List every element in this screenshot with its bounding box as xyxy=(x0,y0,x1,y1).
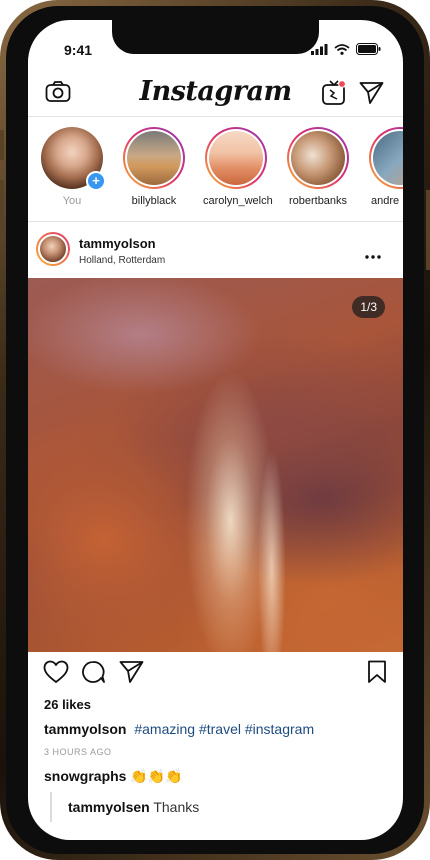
battery-icon xyxy=(356,43,381,55)
share-icon[interactable] xyxy=(119,660,144,689)
carousel-indicator: 1/3 xyxy=(352,296,385,318)
side-button xyxy=(426,190,430,270)
avatar xyxy=(291,131,345,185)
add-story-icon[interactable]: + xyxy=(86,171,106,191)
like-icon[interactable] xyxy=(43,660,69,689)
igtv-icon[interactable] xyxy=(321,78,347,111)
story-label: You xyxy=(62,195,82,207)
caption-username[interactable]: tammyolson xyxy=(44,721,126,737)
side-button xyxy=(0,130,4,160)
story-ring xyxy=(287,127,349,189)
post-avatar[interactable] xyxy=(36,232,70,266)
comment-text: 👏👏👏 xyxy=(130,768,183,784)
reply-username[interactable]: tammyolsen xyxy=(68,799,150,815)
post-header: tammyolson Holland, Rotterdam xyxy=(28,222,403,278)
avatar xyxy=(373,131,403,185)
post-location[interactable]: Holland, Rotterdam xyxy=(79,255,165,266)
signal-icon xyxy=(311,43,328,55)
story-item-andre[interactable]: andre xyxy=(367,127,403,207)
app-header: Instagram xyxy=(28,72,403,117)
status-icons xyxy=(311,42,381,56)
likes-count[interactable]: 26 likes xyxy=(44,697,91,712)
caption-hashtags[interactable]: #amazing #travel #instagram xyxy=(134,721,314,737)
post-username[interactable]: tammyolson xyxy=(79,236,156,251)
comment-reply: tammyolsen Thanks xyxy=(50,792,199,822)
story-item-you[interactable]: + You xyxy=(39,127,106,207)
stories-tray: + You billyblack carolyn_welch robertban… xyxy=(28,117,403,222)
comment-icon[interactable] xyxy=(81,660,106,689)
story-label: robertbanks xyxy=(288,195,348,207)
side-button xyxy=(0,180,4,230)
story-label: billyblack xyxy=(131,195,177,207)
screen: 9:41 Instagram + You billyblack carolyn_… xyxy=(28,20,403,840)
avatar xyxy=(209,131,263,185)
comment: snowgraphs 👏👏👏 xyxy=(44,768,183,785)
story-ring xyxy=(205,127,267,189)
wifi-icon xyxy=(334,43,350,55)
more-options-icon[interactable] xyxy=(365,246,381,264)
story-ring xyxy=(123,127,185,189)
story-label: carolyn_welch xyxy=(203,195,273,207)
notch xyxy=(112,20,319,54)
story-ring xyxy=(369,127,403,189)
post-timestamp: 3 HOURS AGO xyxy=(44,747,112,757)
story-item-carolyn-welch[interactable]: carolyn_welch xyxy=(203,127,273,207)
story-item-robertbanks[interactable]: robertbanks xyxy=(285,127,351,207)
story-item-billyblack[interactable]: billyblack xyxy=(121,127,187,207)
post-actions xyxy=(28,660,403,690)
post-photo[interactable]: 1/3 xyxy=(28,278,403,652)
comment-username[interactable]: snowgraphs xyxy=(44,768,126,784)
story-label: andre xyxy=(371,195,400,207)
post-caption: tammyolson #amazing #travel #instagram xyxy=(44,721,314,737)
avatar xyxy=(127,131,181,185)
bookmark-icon[interactable] xyxy=(367,660,387,689)
direct-message-icon[interactable] xyxy=(359,81,384,110)
reply-text: Thanks xyxy=(153,799,200,815)
status-time: 9:41 xyxy=(64,42,93,58)
